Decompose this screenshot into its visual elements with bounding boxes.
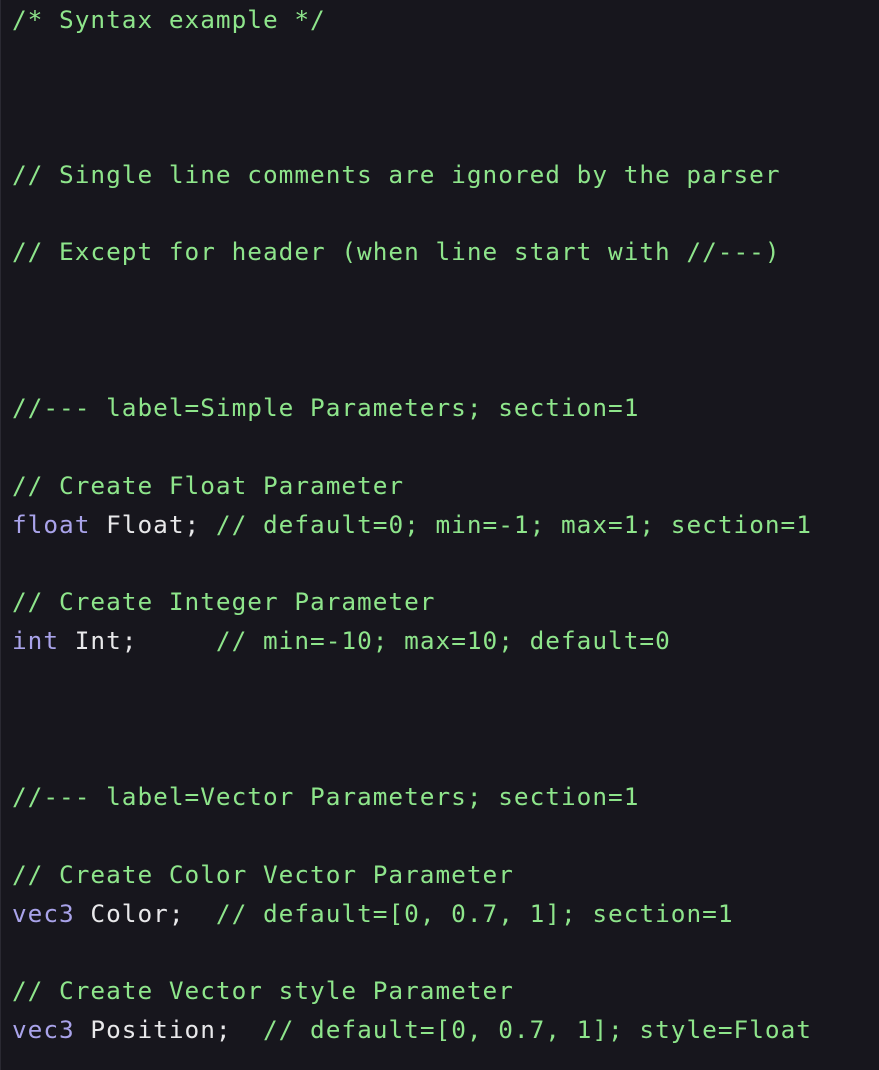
comment-line-header-exception: // Except for header (when line start wi… (12, 237, 781, 266)
inline-comment-position: // default=[0, 0.7, 1]; style=Float (231, 1015, 812, 1044)
identifier-color: Color; (74, 899, 185, 928)
identifier-float: Float; (90, 510, 201, 539)
block-comment-line: /* Syntax example */ (12, 5, 326, 34)
keyword-vec3-position: vec3 (12, 1015, 75, 1044)
comment-line-create-color: // Create Color Vector Parameter (12, 860, 514, 889)
inline-comment-color: // default=[0, 0.7, 1]; section=1 (184, 899, 734, 928)
comment-line-create-integer: // Create Integer Parameter (12, 587, 436, 616)
keyword-int: int (12, 626, 60, 655)
code-editor[interactable]: /* Syntax example */ // Single line comm… (0, 0, 879, 1070)
code-line-float: float Float; // default=0; min=-1; max=1… (12, 505, 812, 544)
comment-line-create-vector-style: // Create Vector style Parameter (12, 976, 514, 1005)
header-line-vector-parameters: //--- label=Vector Parameters; section=1 (12, 782, 640, 811)
header-line-simple-parameters: //--- label=Simple Parameters; section=1 (12, 393, 640, 422)
keyword-float: float (12, 510, 91, 539)
code-line-color: vec3 Color; // default=[0, 0.7, 1]; sect… (12, 894, 734, 933)
inline-comment-float: // default=0; min=-1; max=1; section=1 (200, 510, 812, 539)
identifier-position: Position; (74, 1015, 232, 1044)
keyword-vec3-color: vec3 (12, 899, 75, 928)
code-line-position: vec3 Position; // default=[0, 0.7, 1]; s… (12, 1010, 812, 1049)
comment-line-create-float: // Create Float Parameter (12, 471, 405, 500)
code-line-int: int Int; // min=-10; max=10; default=0 (12, 621, 671, 660)
identifier-int: Int; (59, 626, 138, 655)
inline-comment-int: // min=-10; max=10; default=0 (137, 626, 671, 655)
comment-line-single-line: // Single line comments are ignored by t… (12, 160, 781, 189)
